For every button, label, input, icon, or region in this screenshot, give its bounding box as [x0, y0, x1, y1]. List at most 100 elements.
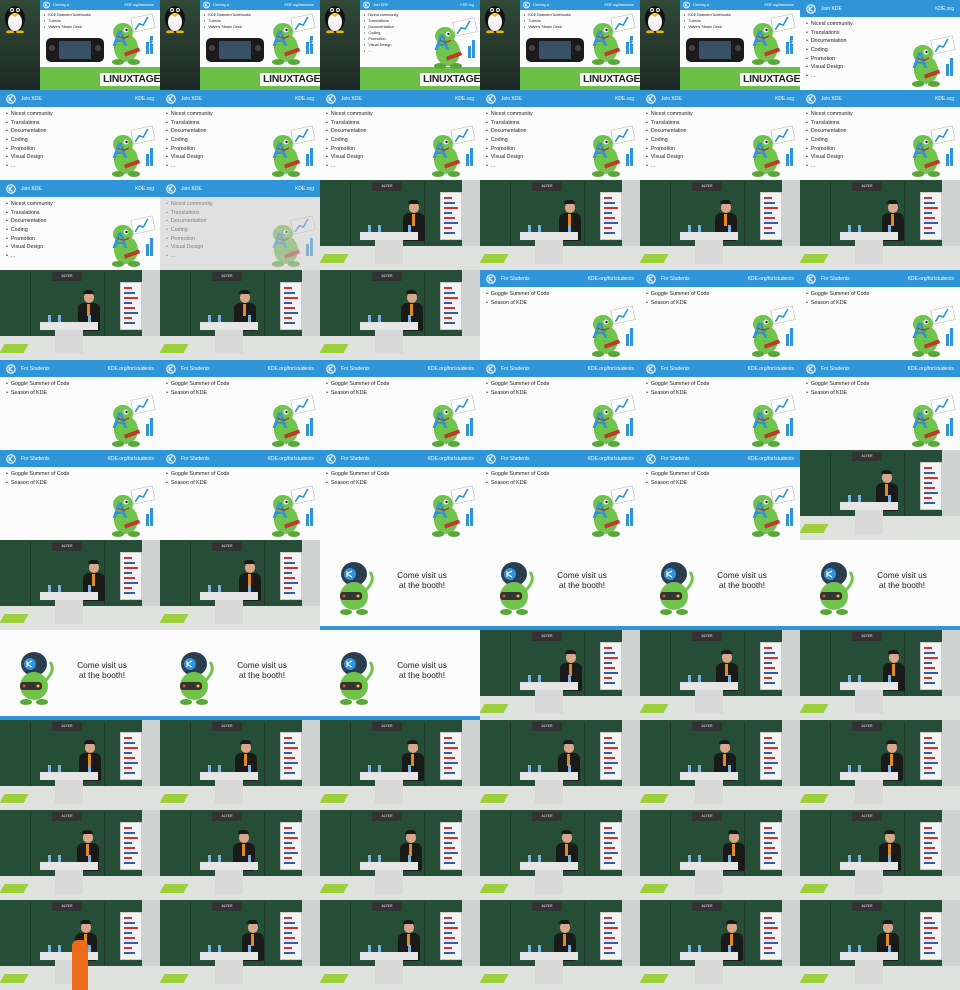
speaker-cap [565, 650, 576, 654]
tux-penguin-icon [485, 6, 505, 34]
poster-line [124, 937, 135, 939]
poster-line [604, 197, 612, 199]
poster-line [604, 227, 612, 229]
poster-line [764, 747, 778, 749]
poster-line [924, 927, 938, 929]
thumbstick [255, 45, 261, 51]
kde-logo [523, 1, 530, 9]
bullet-item: Goggle Summer of Code [646, 470, 710, 479]
room-sign: ALTER [532, 182, 562, 191]
booth-mascot [10, 650, 58, 711]
poster-line [124, 572, 132, 574]
poster-line [604, 672, 618, 674]
kde-logo-icon [486, 93, 496, 104]
water-bottle [688, 225, 691, 232]
event-poster [120, 732, 142, 780]
kde-logo-icon [326, 363, 336, 374]
bullet-list: Goggle Summer of CodeSeason of KDE [646, 290, 710, 307]
bullet-list: Goggle Summer of CodeSeason of KDE [806, 290, 870, 307]
kde-logo [363, 1, 370, 9]
bullet-item: Nicest community [806, 20, 853, 29]
bullet-list: Goggle Summer of CodeSeason of KDE [646, 380, 710, 397]
speaker-cap [721, 650, 732, 654]
podium-base [855, 960, 883, 984]
bullet-item: ... [646, 162, 693, 171]
lanyard [244, 754, 247, 766]
poster-line [764, 857, 772, 859]
bullet-item: Promotion [6, 235, 53, 244]
poster-line [924, 752, 932, 754]
slide-header: For Students KDE.org/for/students [640, 360, 800, 377]
bullet-item: ... [486, 162, 533, 171]
podium-top [360, 772, 418, 780]
slide-title: For Students [181, 365, 210, 372]
poster-line [604, 747, 618, 749]
video-frame: ALTER [0, 810, 160, 900]
poster-line [444, 212, 452, 214]
slide-title: Join KDE [21, 95, 42, 102]
poster-line [444, 942, 458, 944]
konqi-mascot-icon: A [272, 125, 316, 177]
poster-line [604, 862, 615, 864]
event-poster [920, 192, 942, 240]
podium-top [840, 502, 898, 510]
konqi-mascot-icon: A [592, 485, 636, 537]
room-sign: ALTER [372, 902, 402, 911]
water-bottle [378, 855, 381, 862]
event-poster [280, 282, 302, 330]
water-bottle [368, 855, 371, 862]
room-sign: ALTER [532, 812, 562, 821]
thumbstick [689, 45, 695, 51]
video-frame: Join KDE KDE.org Nicest communityTranslati… [0, 180, 160, 270]
water-bottle [728, 675, 731, 682]
video-frame: For Students KDE.org/for/students Goggle S… [320, 450, 480, 540]
poster-line [284, 747, 298, 749]
room-sign: ALTER [372, 812, 402, 821]
slide-url: KDE.org/for/students [267, 455, 314, 462]
slide-title: Gaming & [53, 3, 69, 7]
poster-line [924, 497, 932, 499]
poster-line [924, 842, 932, 844]
podium-base [535, 240, 563, 264]
slide-header: For Students KDE.org/for/students [320, 450, 480, 467]
poster-line [924, 947, 932, 949]
poster-line [924, 772, 935, 774]
podium-top [200, 862, 258, 870]
slide-header: For Students KDE.org/for/students [640, 270, 800, 287]
slide-url: KDE.org/for/students [747, 275, 794, 282]
poster-line [284, 837, 298, 839]
slide-title: Join KDE [501, 95, 522, 102]
poster-line [284, 932, 292, 934]
water-bottle [218, 945, 221, 952]
water-bottle [528, 945, 531, 952]
konqi-mascot-icon: A [912, 395, 956, 447]
lanyard [732, 844, 735, 856]
poster-line [444, 197, 452, 199]
poster-line [764, 937, 775, 939]
poster-line [124, 922, 135, 924]
bullet-item: Goggle Summer of Code [486, 470, 550, 479]
water-bottle [888, 945, 891, 952]
bullet-list: Goggle Summer of CodeSeason of KDE [326, 380, 390, 397]
bullet-item: ... [326, 162, 373, 171]
poster-line [284, 847, 295, 849]
video-frame: ALTER [320, 270, 480, 360]
bullet-item: Nicest community [6, 200, 53, 209]
poster-line [124, 932, 132, 934]
bullet-list: Goggle Summer of CodeSeason of KDE [326, 470, 390, 487]
event-poster [440, 732, 462, 780]
slide-url: KDE.org [295, 95, 314, 102]
kde-logo-icon [6, 453, 16, 464]
bullet-item: Goggle Summer of Code [166, 470, 230, 479]
bullet-list: Nicest communityTranslationsDocumentatio… [326, 110, 373, 171]
tux [162, 1, 188, 38]
bullet-item: ... [6, 162, 53, 171]
poster-line [284, 567, 298, 569]
video-frame: ALTER [160, 540, 320, 630]
thumbstick [49, 45, 55, 51]
podium-top [840, 232, 898, 240]
water-bottle [538, 675, 541, 682]
video-frame: For Students KDE.org/for/students Goggle S… [480, 270, 640, 360]
water-bottle [48, 945, 51, 952]
kde-logo-icon [203, 1, 210, 9]
